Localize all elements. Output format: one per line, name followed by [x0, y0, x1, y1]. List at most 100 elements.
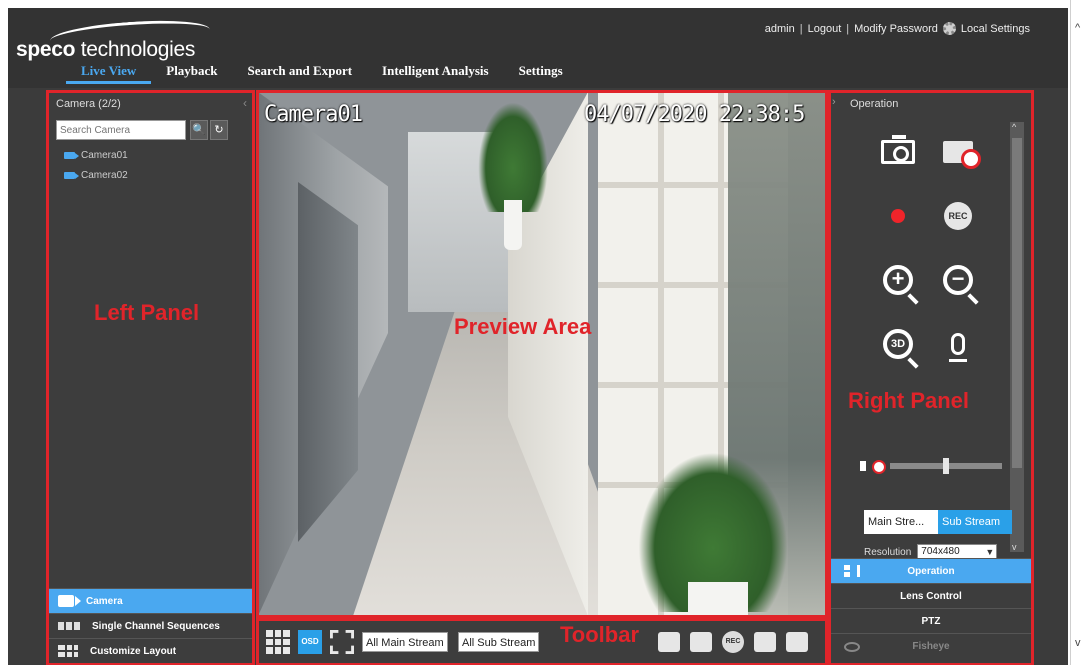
osd-timestamp: 04/07/2020 22:38:5	[584, 102, 805, 127]
search-camera-input[interactable]	[56, 120, 186, 140]
local-settings-link[interactable]: Local Settings	[961, 23, 1030, 35]
menu-sequences-label: Single Channel Sequences	[92, 620, 220, 632]
tab-search-and-export[interactable]: Search and Export	[233, 62, 368, 84]
main-nav: Live View Playback Search and Export Int…	[66, 62, 578, 84]
scroll-up-icon[interactable]: ^	[1075, 22, 1080, 34]
image-disable-icon	[943, 141, 981, 169]
camera-count-title: Camera (2/2)	[56, 98, 121, 110]
disable-image-icon[interactable]	[690, 632, 712, 652]
plant	[478, 102, 548, 212]
toolbar-annotation-label: Toolbar	[560, 622, 640, 647]
menu-lens-control-label: Lens Control	[900, 590, 962, 602]
menu-fisheye[interactable]: Fisheye	[830, 633, 1032, 658]
fullscreen-icon[interactable]	[330, 630, 354, 654]
3d-zoom-icon: 3D	[883, 329, 913, 359]
gear-icon[interactable]	[942, 22, 956, 35]
menu-fisheye-label: Fisheye	[912, 640, 950, 652]
volume-slider-knob[interactable]	[943, 458, 949, 474]
volume-control	[860, 456, 1020, 476]
zoom-in-icon: +	[883, 265, 913, 295]
scroll-thumb[interactable]	[1012, 138, 1022, 468]
menu-lens-control[interactable]: Lens Control	[830, 583, 1032, 608]
page-scrollbar[interactable]: ^ v	[1070, 0, 1090, 665]
app-window: speco technologies Live View Playback Se…	[8, 8, 1068, 665]
all-sub-stream-button[interactable]: All Sub Stream	[458, 632, 540, 652]
microphone-icon	[949, 333, 967, 362]
toolbar: OSD All Main Stream All Sub Stream REC	[258, 620, 826, 664]
snapshot-all-icon[interactable]	[658, 632, 680, 652]
right-panel-menu: Operation Lens Control PTZ Fisheye	[830, 558, 1032, 664]
refresh-icon[interactable]: ↻	[210, 120, 228, 140]
manual-record-button[interactable]: REC	[938, 196, 978, 236]
modify-password-link[interactable]: Modify Password	[854, 23, 938, 35]
menu-operation-label: Operation	[907, 565, 955, 577]
screen-layout-icon[interactable]	[266, 630, 290, 654]
left-panel-menu: Camera Single Channel Sequences Customiz…	[48, 588, 253, 664]
tab-playback[interactable]: Playback	[151, 62, 232, 84]
snapshot-button[interactable]	[878, 132, 918, 172]
preview-area[interactable]: Camera01 04/07/2020 22:38:5	[258, 92, 826, 616]
talk-button[interactable]	[938, 324, 978, 364]
camera-icon	[64, 152, 79, 159]
zoom-out-button[interactable]: −	[938, 260, 978, 300]
osd-camera-name: Camera01	[264, 102, 363, 127]
camera-name: Camera02	[81, 170, 128, 181]
user-menu: admin | Logout | Modify Password Local S…	[765, 22, 1030, 35]
camera-icon	[64, 172, 79, 179]
chevron-up-icon[interactable]: ^	[1012, 122, 1016, 132]
sub-stream-button[interactable]: Sub Stream	[938, 510, 1012, 534]
chevron-right-icon[interactable]: ›	[832, 96, 836, 108]
tab-live-view[interactable]: Live View	[66, 62, 152, 84]
main-stream-button[interactable]: Main Stre...	[864, 510, 938, 534]
all-main-stream-button[interactable]: All Main Stream	[362, 632, 448, 652]
chevron-down-icon[interactable]: v	[1012, 542, 1017, 552]
sequence-icon	[58, 622, 80, 630]
brand-name: speco technologies	[16, 38, 196, 61]
camera-list-item[interactable]: Camera02	[64, 170, 128, 181]
separator: |	[799, 22, 803, 35]
talk-icon[interactable]	[786, 632, 808, 652]
right-panel-scrollbar[interactable]: ^ v	[1010, 122, 1024, 552]
right-panel: › Operation ^ v REC + − 3D Main Stre... …	[830, 92, 1032, 664]
3d-zoom-button[interactable]: 3D	[878, 324, 918, 364]
scroll-down-icon[interactable]: v	[1075, 637, 1081, 649]
menu-single-channel-sequences[interactable]: Single Channel Sequences	[48, 613, 253, 638]
menu-camera-label: Camera	[86, 595, 123, 607]
record-button[interactable]	[878, 196, 918, 236]
volume-muted-icon[interactable]	[860, 457, 886, 475]
left-panel-annotation-label: Left Panel	[94, 300, 200, 325]
osd-button[interactable]: OSD	[298, 630, 322, 654]
volume-slider[interactable]	[890, 458, 1002, 474]
camera-video-feed	[258, 92, 826, 616]
menu-ptz[interactable]: PTZ	[830, 608, 1032, 633]
page-left-edge	[0, 0, 8, 665]
search-icon[interactable]: 🔍	[190, 120, 208, 140]
header: speco technologies Live View Playback Se…	[8, 8, 1068, 88]
disable-image-button[interactable]	[938, 132, 981, 172]
preview-area-annotation-label: Preview Area	[454, 314, 592, 339]
zoom-in-button[interactable]: +	[878, 260, 918, 300]
speco-logo: speco technologies	[16, 16, 226, 62]
menu-ptz-label: PTZ	[921, 615, 941, 627]
resolution-label: Resolution	[864, 546, 912, 558]
alarm-icon[interactable]	[754, 632, 776, 652]
zoom-out-icon: −	[943, 265, 973, 295]
tab-intelligent-analysis[interactable]: Intelligent Analysis	[367, 62, 504, 84]
menu-customize-layout[interactable]: Customize Layout	[48, 638, 253, 663]
collapse-left-icon[interactable]: ‹	[243, 96, 247, 110]
eye-icon	[844, 642, 860, 652]
menu-layout-label: Customize Layout	[90, 645, 177, 657]
logout-link[interactable]: Logout	[808, 23, 842, 35]
tab-settings[interactable]: Settings	[504, 62, 578, 84]
layout-grid-icon	[58, 645, 78, 657]
camera-list-item[interactable]: Camera01	[64, 150, 128, 161]
menu-operation[interactable]: Operation	[830, 558, 1032, 583]
username: admin	[764, 22, 795, 35]
left-panel: Camera (2/2) ‹ 🔍 ↻ Camera01 Camera02 Cam…	[48, 92, 253, 664]
record-dot-icon	[891, 209, 905, 223]
record-all-icon[interactable]: REC	[722, 631, 744, 653]
operation-icon	[844, 565, 860, 577]
menu-camera[interactable]: Camera	[48, 588, 253, 613]
right-panel-annotation-label: Right Panel	[848, 388, 970, 413]
separator: |	[846, 22, 850, 35]
